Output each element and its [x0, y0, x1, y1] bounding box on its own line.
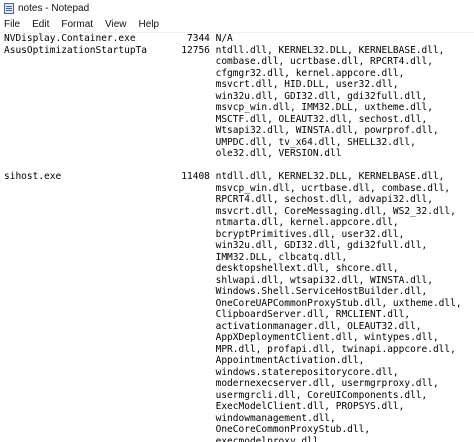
menu-view[interactable]: View — [99, 17, 133, 32]
window-title: notes - Notepad — [18, 3, 90, 14]
text-line: ExecModelClient.dll, PROPSYS.dll, — [4, 401, 405, 412]
text-line: OneCoreUAPCommonProxyStub.dll, uxtheme.d… — [4, 297, 462, 309]
text-line: msvcrt.dll, CoreMessaging.dll, WS2_32.dl… — [4, 205, 456, 217]
text-line: usermgrcli.dll, CoreUIComponents.dll, — [4, 389, 428, 401]
text-line: sihost.exe 11408 ntdll.dll, KERNEL32.DLL… — [4, 171, 445, 182]
text-line: NVDisplay.Container.exe 7344 N/A — [4, 33, 233, 44]
menu-edit[interactable]: Edit — [26, 17, 55, 32]
menu-help[interactable]: Help — [133, 17, 166, 32]
text-line: win32u.dll, GDI32.dll, gdi32full.dll, — [4, 90, 428, 102]
text-line: win32u.dll, GDI32.dll, gdi32full.dll, — [4, 240, 428, 251]
text-line: windows.staterepositorycore.dll, — [4, 366, 399, 378]
text-line: modernexecserver.dll, usermgrproxy.dll, — [4, 378, 439, 389]
text-line: combase.dll, ucrtbase.dll, RPCRT4.dll, — [4, 56, 433, 67]
text-line: IMM32.DLL, clbcatq.dll, — [4, 251, 348, 263]
text-line: msvcp_win.dll, ucrtbase.dll, combase.dll… — [4, 182, 451, 194]
text-line: ntmarta.dll, kernel.appcore.dll, — [4, 217, 399, 228]
text-line: Wtsapi32.dll, WINSTA.dll, powrprof.dll, — [4, 125, 439, 136]
text-line: execmodelproxy.dll, — [4, 435, 325, 442]
text-line: activationmanager.dll, OLEAUT32.dll, — [4, 320, 422, 332]
text-line: ClipboardServer.dll, RMCLIENT.dll, — [4, 309, 411, 320]
text-line: AsusOptimizationStartupTa 12756 ntdll.dl… — [4, 44, 445, 56]
text-line — [0, 160, 474, 172]
text-line: msvcp_win.dll, IMM32.DLL, uxtheme.dll, — [4, 102, 433, 113]
text-line: windowmanagement.dll, — [4, 412, 336, 424]
text-line: cfgmgr32.dll, kernel.appcore.dll, — [4, 67, 405, 79]
text-line: desktopshellext.dll, shcore.dll, — [4, 263, 399, 274]
menu-bar: File Edit Format View Help — [0, 17, 474, 33]
menu-file[interactable]: File — [0, 17, 26, 32]
menu-format[interactable]: Format — [55, 17, 99, 32]
text-line: ole32.dll, VERSION.dll — [4, 148, 342, 159]
text-line: OneCoreCommonProxyStub.dll, — [4, 424, 371, 435]
text-line: AppXDeploymentClient.dll, wintypes.dll, — [4, 332, 439, 343]
title-bar: notes - Notepad — [0, 0, 474, 17]
text-line: MPR.dll, profapi.dll, twinapi.appcore.dl… — [4, 343, 456, 355]
text-line: UMPDC.dll, tv_x64.dll, SHELL32.dll, — [4, 136, 416, 148]
text-line: bcryptPrimitives.dll, user32.dll, — [4, 228, 405, 240]
text-line: RPCRT4.dll, sechost.dll, advapi32.dll, — [4, 194, 433, 205]
notepad-icon — [4, 3, 14, 14]
text-line: AppointmentActivation.dll, — [4, 355, 365, 366]
text-line: msvcrt.dll, HID.DLL, user32.dll, — [4, 79, 399, 90]
text-line: MSCTF.dll, OLEAUT32.dll, sechost.dll, — [4, 113, 428, 125]
text-line: Windows.Shell.ServiceHostBuilder.dll, — [4, 286, 428, 297]
text-editor-area[interactable]: NVDisplay.Container.exe 7344 N/A AsusOpti… — [0, 33, 474, 442]
text-line: shlwapi.dll, wtsapi32.dll, WINSTA.dll, — [4, 274, 433, 286]
